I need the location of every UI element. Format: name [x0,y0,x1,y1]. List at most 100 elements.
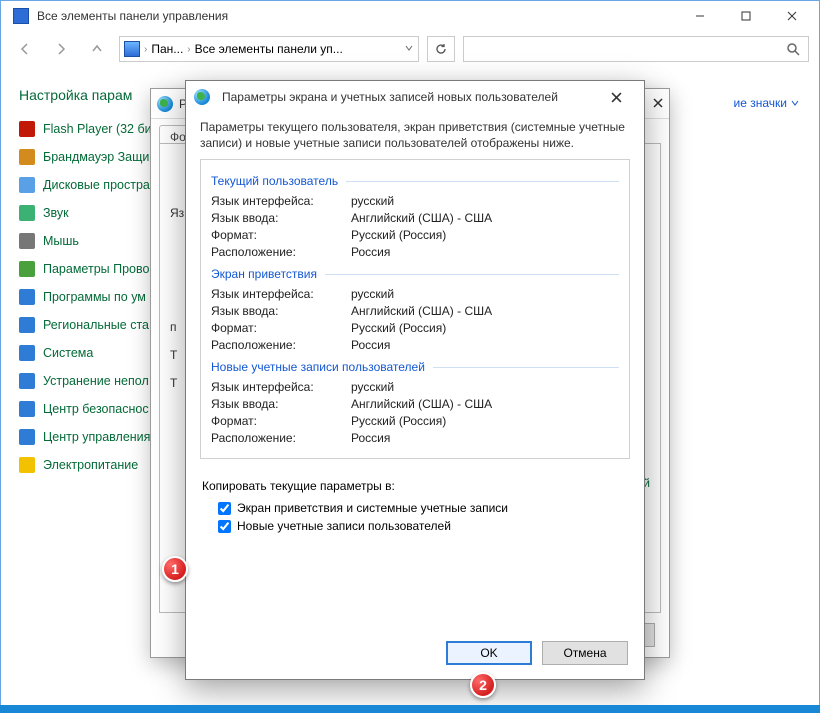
view-mode-link[interactable]: ие значки [734,96,799,110]
settings-row: Формат:Русский (Россия) [211,228,619,242]
control-panel-item[interactable]: Электропитание [19,457,157,473]
settings-row: Формат:Русский (Россия) [211,414,619,428]
window-controls [677,1,815,31]
item-icon [19,457,35,473]
settings-key: Язык ввода: [211,304,351,318]
nav-up-button[interactable] [83,35,111,63]
refresh-button[interactable] [427,36,455,62]
modal-body: Параметры текущего пользователя, экран п… [186,113,644,547]
checkbox-new-users[interactable]: Новые учетные записи пользователей [218,519,630,533]
chevron-right-icon: › [187,44,190,55]
group-heading: Экран приветствия [211,267,619,281]
group-heading: Новые учетные записи пользователей [211,360,619,374]
group-heading: Текущий пользователь [211,174,619,188]
control-panel-icon [13,8,29,24]
item-icon [19,121,35,137]
copy-settings-label: Копировать текущие параметры в: [202,479,630,493]
taskbar [0,705,820,713]
item-label: Параметры Прово [43,262,149,276]
breadcrumb-part[interactable]: Пан... [151,42,183,56]
control-panel-item[interactable]: Программы по ум [19,289,157,305]
settings-row: Расположение:Россия [211,338,619,352]
settings-key: Формат: [211,228,351,242]
maximize-button[interactable] [723,1,769,31]
item-label: Звук [43,206,69,220]
modal-title: Параметры экрана и учетных записей новых… [222,90,596,104]
settings-value: русский [351,194,394,208]
checkbox-input[interactable] [218,502,231,515]
item-icon [19,317,35,333]
settings-row: Язык интерфейса:русский [211,194,619,208]
search-input[interactable] [463,36,809,62]
settings-row: Язык интерфейса:русский [211,380,619,394]
settings-value: Русский (Россия) [351,321,446,335]
control-panel-item[interactable]: Дисковые простра [19,177,157,193]
modal-buttons: OK Отмена [446,641,628,665]
control-panel-item[interactable]: Брандмауэр Защи [19,149,157,165]
control-panel-item[interactable]: Звук [19,205,157,221]
page-title: Настройка парам [19,87,157,103]
control-panel-item[interactable]: Региональные ста [19,317,157,333]
item-icon [19,429,35,445]
item-icon [19,149,35,165]
control-panel-item[interactable]: Центр безопаснос [19,401,157,417]
settings-key: Язык ввода: [211,211,351,225]
control-panel-item[interactable]: Параметры Прово [19,261,157,277]
item-label: Flash Player (32 бит [43,122,157,136]
checkbox-label: Новые учетные записи пользователей [237,519,451,533]
modal-titlebar: Параметры экрана и учетных записей новых… [186,81,644,113]
item-label: Система [43,346,93,360]
globe-icon [157,96,173,112]
settings-value: Английский (США) - США [351,397,492,411]
settings-key: Расположение: [211,431,351,445]
control-panel-item[interactable]: Flash Player (32 бит [19,121,157,137]
chevron-down-icon[interactable] [404,42,414,56]
callout-2: 2 [470,672,496,698]
checkbox-label: Экран приветствия и системные учетные за… [237,501,508,515]
close-button[interactable] [769,1,815,31]
settings-value: Английский (США) - США [351,304,492,318]
settings-row: Язык ввода:Английский (США) - США [211,211,619,225]
nav-back-button[interactable] [11,35,39,63]
item-label: Мышь [43,234,79,248]
breadcrumb-part[interactable]: Все элементы панели уп... [195,42,343,56]
chevron-down-icon [791,99,799,107]
settings-key: Формат: [211,321,351,335]
ok-button[interactable]: OK [446,641,532,665]
control-panel-item[interactable]: Мышь [19,233,157,249]
region-close-button[interactable] [653,95,663,113]
item-icon [19,233,35,249]
settings-key: Язык интерфейса: [211,380,351,394]
minimize-button[interactable] [677,1,723,31]
control-panel-item[interactable]: Устранение непол [19,373,157,389]
item-label: Программы по ум [43,290,146,304]
settings-value: Русский (Россия) [351,414,446,428]
settings-value: русский [351,287,394,301]
item-icon [19,289,35,305]
control-panel-item[interactable]: Система [19,345,157,361]
chevron-right-icon: › [144,44,147,55]
checkbox-welcome-screen[interactable]: Экран приветствия и системные учетные за… [218,501,630,515]
settings-key: Язык ввода: [211,397,351,411]
modal-close-button[interactable] [596,83,636,111]
checkbox-input[interactable] [218,520,231,533]
item-label: Дисковые простра [43,178,150,192]
modal-description: Параметры текущего пользователя, экран п… [200,119,630,151]
settings-key: Формат: [211,414,351,428]
nav-forward-button[interactable] [47,35,75,63]
item-icon [19,373,35,389]
settings-key: Язык интерфейса: [211,194,351,208]
settings-row: Формат:Русский (Россия) [211,321,619,335]
item-label: Региональные ста [43,318,149,332]
control-panel-item[interactable]: Центр управления [19,429,157,445]
settings-row: Язык ввода:Английский (США) - США [211,304,619,318]
settings-key: Расположение: [211,338,351,352]
item-icon [19,401,35,417]
settings-key: Расположение: [211,245,351,259]
breadcrumb[interactable]: › Пан... › Все элементы панели уп... [119,36,419,62]
globe-icon [194,89,210,105]
cancel-button[interactable]: Отмена [542,641,628,665]
callout-1: 1 [162,556,188,582]
item-label: Устранение непол [43,374,149,388]
settings-groupbox: Текущий пользовательЯзык интерфейса:русс… [200,159,630,459]
